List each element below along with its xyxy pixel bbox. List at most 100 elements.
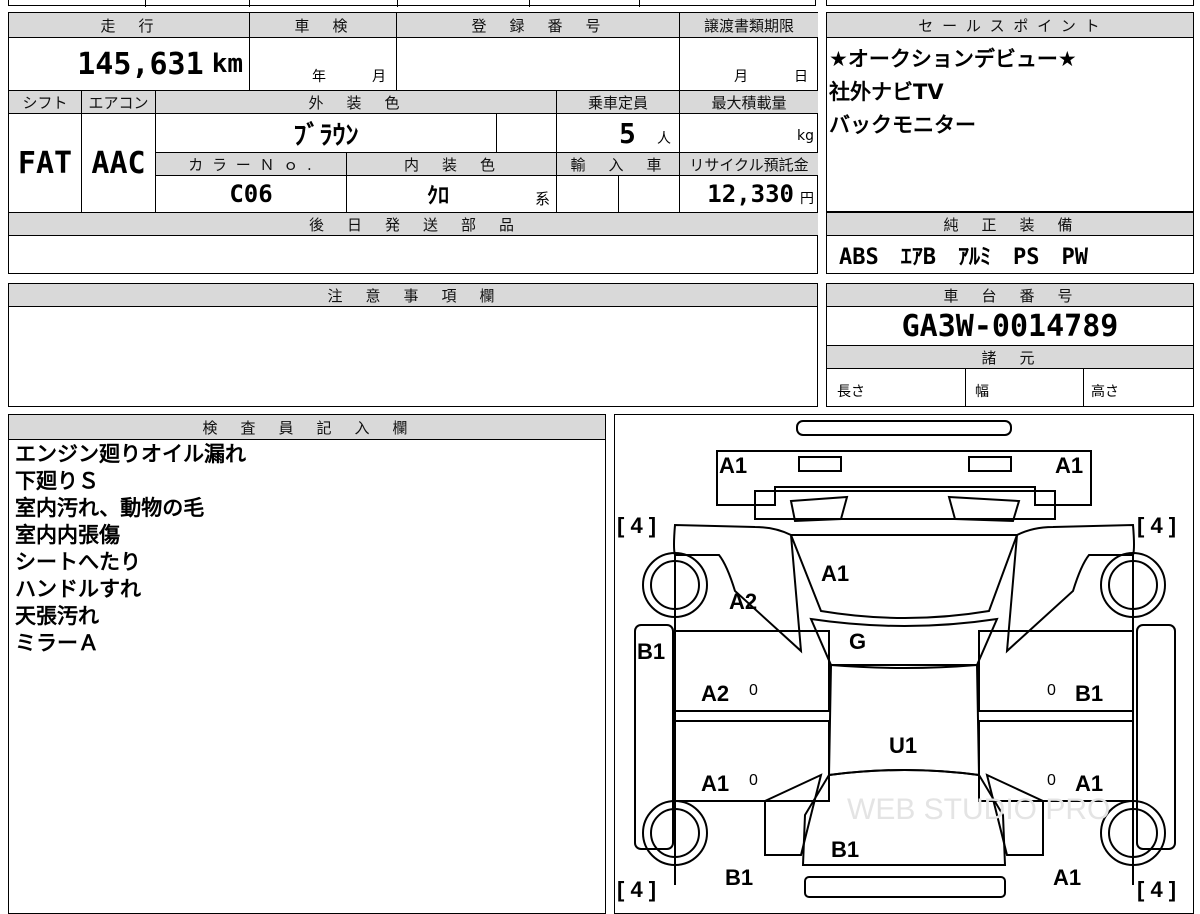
- label-right-rear-corner: A1: [1053, 865, 1081, 890]
- sales-point-line: ★オークションデビュー★: [829, 47, 1077, 71]
- right-fender-shape: [1005, 523, 1135, 654]
- aircon-header: エアコン: [82, 91, 155, 113]
- zero-mark: 0: [749, 772, 758, 789]
- inspector-list: エンジン廻りオイル漏れ 下廻りＳ 室内汚れ、動物の毛 室内内張傷 シートへたり …: [15, 441, 246, 657]
- chassis-number: GA3W-0014789: [901, 308, 1119, 344]
- transfer-day-label: 日: [794, 69, 808, 85]
- interior-color-value: ｸﾛ 系: [347, 176, 556, 212]
- mileage-unit: km: [211, 49, 243, 79]
- sales-points-box: セ ー ル ス ポ イ ン ト ★オークションデビュー★ 社外ナビTV バックモ…: [826, 12, 1194, 212]
- label-rear-glass: B1: [831, 837, 859, 862]
- zero-mark: 0: [1047, 772, 1056, 789]
- max-load-unit: kg: [797, 128, 814, 144]
- inspector-note: 室内内張傷: [15, 523, 120, 547]
- color-no-header: カ ラ ー Ｎ ｏ .: [156, 153, 346, 175]
- left-quarter-shape: [764, 773, 823, 856]
- sales-point-line: バックモニター: [829, 113, 976, 137]
- chassis-box: 車 台 番 号 GA3W-0014789 諸 元 長さ 幅 高さ: [826, 283, 1194, 407]
- transfer-month-label: 月: [734, 69, 748, 85]
- spec-width-label: 幅: [975, 384, 989, 400]
- label-roof: U1: [889, 733, 917, 758]
- car-diagram-svg: WEB STUDIO PRO [ 4 ] [ 4 ] [ 4 ] [ 4 ] 0…: [617, 420, 1176, 902]
- interior-color-text: ｸﾛ: [427, 184, 450, 209]
- watermark-text: WEB STUDIO PRO: [847, 793, 1110, 826]
- interior-color-header: 内 装 色: [347, 153, 556, 175]
- notes-box: 注 意 事 項 欄: [8, 283, 818, 407]
- max-load-header: 最大積載量: [680, 91, 818, 113]
- inspector-note: シートへたり: [15, 550, 141, 574]
- right-rear-door-shape: [978, 720, 1134, 802]
- shaken-value: 年 月: [250, 63, 396, 89]
- label-windshield: G: [849, 629, 866, 654]
- later-parts-header: 後 日 発 送 部 品: [9, 213, 818, 235]
- zero-mark: 0: [749, 682, 758, 699]
- top-strip: [8, 0, 816, 7]
- chassis-header: 車 台 番 号: [827, 284, 1193, 306]
- label-front-right-corner: A1: [1055, 453, 1083, 478]
- vehicle-info-table: 走 行 車 検 登 録 番 号 譲渡書類期限 145,631 km 年 月 月 …: [8, 12, 818, 274]
- inspector-note: 室内汚れ、動物の毛: [15, 496, 205, 520]
- spec-length-label: 長さ: [837, 384, 865, 400]
- mileage-header: 走 行: [9, 13, 249, 37]
- exterior-color-header: 外 装 色: [156, 91, 556, 113]
- transfer-deadline-header: 譲渡書類期限: [680, 13, 818, 37]
- label-left-front-pillar: B1: [637, 639, 665, 664]
- sales-points-header: セ ー ル ス ポ イ ン ト: [827, 13, 1193, 37]
- capacity-number: 5: [619, 116, 636, 150]
- max-load-value: kg: [680, 114, 818, 152]
- spec-height-label: 高さ: [1091, 384, 1119, 400]
- capacity-value: 5 人: [557, 114, 679, 152]
- label-right-rear-door: A1: [1075, 771, 1103, 796]
- roof-shape: [827, 664, 981, 777]
- inspector-note: エンジン廻りオイル漏れ: [15, 442, 246, 466]
- label-right-front-door: B1: [1075, 681, 1103, 706]
- shift-value: FAT: [17, 145, 73, 181]
- left-fender-shape: [673, 523, 803, 654]
- inspector-note: ミラーＡ: [15, 631, 99, 655]
- genuine-equipment-header: 純 正 装 備: [827, 213, 1193, 235]
- right-side-step-shape: [1136, 624, 1176, 850]
- inspector-header: 検 査 員 記 入 欄: [9, 415, 605, 439]
- inspector-note: 下廻りＳ: [15, 469, 99, 493]
- exterior-color-value: ﾌﾞﾗｳﾝ: [293, 120, 359, 151]
- recycle-unit: 円: [800, 191, 814, 207]
- right-front-door-shape: [978, 630, 1134, 712]
- import-header: 輸 入 車: [557, 153, 679, 175]
- label-left-rear-door: A1: [701, 771, 729, 796]
- genuine-equipment-value: ABS ｴｱB ｱﾙﾐ PS PW: [839, 245, 1088, 270]
- registration-value: [397, 38, 679, 90]
- top-strip-right: [826, 0, 1194, 6]
- zero-mark: 0: [1047, 682, 1056, 699]
- front-bumper-shape: [796, 420, 1012, 436]
- tire-mark-rear-right: [ 4 ]: [1137, 877, 1176, 902]
- label-left-front-door: A2: [701, 681, 729, 706]
- rear-bumper-shape: [804, 876, 1006, 898]
- label-left-front-fender: A2: [729, 589, 757, 614]
- tire-mark-front-right: [ 4 ]: [1137, 513, 1176, 538]
- fog-right-shape: [947, 495, 1021, 523]
- shift-header: シフト: [9, 91, 81, 113]
- inspector-note: ハンドルすれ: [15, 577, 141, 601]
- headlight-left-shape: [798, 456, 842, 472]
- car-condition-diagram: WEB STUDIO PRO [ 4 ] [ 4 ] [ 4 ] [ 4 ] 0…: [614, 414, 1194, 914]
- capacity-header: 乗車定員: [557, 91, 679, 113]
- shaken-header: 車 検: [250, 13, 396, 37]
- recycle-header: リサイクル預託金: [680, 153, 818, 175]
- transfer-deadline-value: 月 日: [680, 63, 818, 89]
- specs-header: 諸 元: [827, 346, 1193, 368]
- shaken-year-label: 年: [312, 69, 326, 85]
- tire-mark-rear-left: [ 4 ]: [617, 877, 656, 902]
- genuine-equipment-box: 純 正 装 備 ABS ｴｱB ｱﾙﾐ PS PW: [826, 212, 1194, 274]
- left-rear-door-shape: [674, 720, 830, 802]
- headlight-right-shape: [968, 456, 1012, 472]
- label-front-left-corner: A1: [719, 453, 747, 478]
- interior-color-suffix: 系: [535, 190, 551, 208]
- recycle-value: 12,330 円: [680, 176, 818, 212]
- capacity-unit: 人: [657, 131, 671, 147]
- tire-mark-front-left: [ 4 ]: [617, 513, 656, 538]
- label-hood: A1: [821, 561, 849, 586]
- fog-left-shape: [789, 495, 849, 523]
- registration-header: 登 録 番 号: [397, 13, 679, 37]
- sales-points-list: ★オークションデビュー★ 社外ナビTV バックモニター: [829, 43, 1077, 142]
- inspector-box: 検 査 員 記 入 欄 エンジン廻りオイル漏れ 下廻りＳ 室内汚れ、動物の毛 室…: [8, 414, 606, 914]
